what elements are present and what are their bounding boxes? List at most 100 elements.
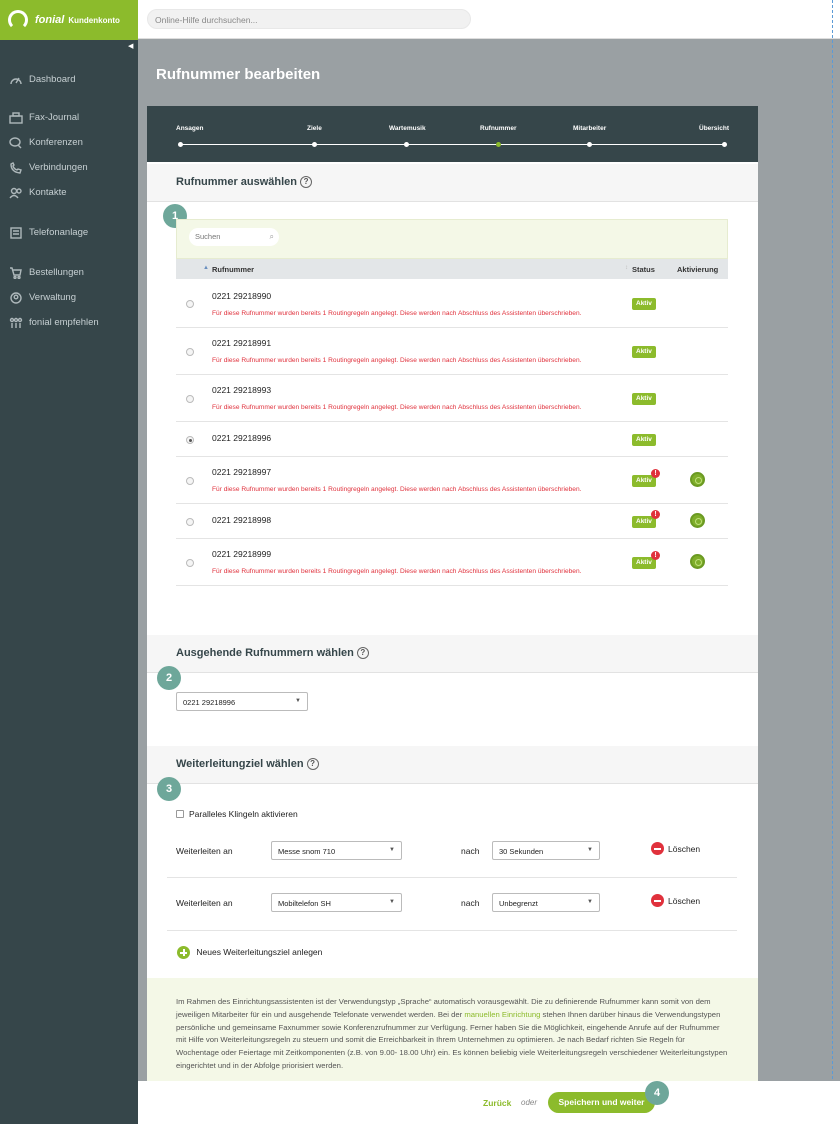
- help-icon[interactable]: ?: [306, 758, 319, 771]
- table-row[interactable]: 0221 29218999 Für diese Rufnummer wurden…: [176, 539, 728, 586]
- outgoing-number-select[interactable]: 0221 29218996 ▼: [176, 692, 308, 711]
- wizard-step-wartemusik[interactable]: Wartemusik: [389, 125, 426, 132]
- row-radio-selected[interactable]: [186, 436, 194, 444]
- sidebar-item-label: Telefonanlage: [29, 227, 89, 238]
- help-search-input[interactable]: Online-Hilfe durchsuchen...: [147, 9, 471, 29]
- sidebar-item-label: Verwaltung: [29, 292, 77, 303]
- row-radio[interactable]: [186, 300, 194, 308]
- table-search-bar: Suchen ⌕: [176, 219, 728, 259]
- wizard-dot: [178, 142, 183, 147]
- add-forward-label: Neues Weiterleitungsziel anlegen: [196, 946, 323, 957]
- chevron-down-icon: ▼: [389, 847, 395, 853]
- page-title: Rufnummer bearbeiten: [156, 66, 321, 83]
- row-number: 0221 29218990: [212, 291, 272, 301]
- parallel-ringing-checkbox[interactable]: [176, 810, 184, 818]
- table-search-input[interactable]: Suchen ⌕: [189, 228, 279, 246]
- guide-line: [832, 0, 833, 1124]
- plus-circle-icon: [177, 946, 190, 959]
- alert-icon: !: [651, 551, 660, 560]
- contacts-icon: [9, 187, 23, 199]
- chat-icon: [9, 136, 23, 149]
- alert-icon: !: [651, 510, 660, 519]
- activation-icon[interactable]: [690, 554, 705, 569]
- row-number: 0221 29218996: [212, 433, 272, 443]
- top-bar: Online-Hilfe durchsuchen...: [138, 0, 840, 39]
- status-badge: Aktiv: [632, 434, 656, 446]
- chevron-down-icon: ▼: [295, 698, 301, 704]
- sidebar-item-bestellungen[interactable]: Bestellungen: [0, 260, 138, 285]
- select-value: Mobiltelefon SH: [278, 899, 331, 908]
- save-and-continue-button[interactable]: Speichern und weiter: [548, 1092, 655, 1113]
- help-icon[interactable]: ?: [356, 647, 369, 660]
- sidebar-item-dashboard[interactable]: Dashboard: [0, 67, 138, 92]
- manual-setup-link[interactable]: manuellen Einrichtung: [464, 1010, 540, 1019]
- table-row[interactable]: 0221 29218991 Für diese Rufnummer wurden…: [176, 328, 728, 375]
- row-warning: Für diese Rufnummer wurden bereits 1 Rou…: [212, 357, 582, 364]
- wizard-step-ansagen[interactable]: Ansagen: [176, 125, 203, 132]
- sidebar-item-verwaltung[interactable]: Verwaltung: [0, 285, 138, 310]
- row-number: 0221 29218998: [212, 515, 272, 525]
- wizard-dot: [587, 142, 592, 147]
- row-radio[interactable]: [186, 477, 194, 485]
- table-row[interactable]: 0221 29218998 Aktiv !: [176, 504, 728, 539]
- wizard-step-rufnummer[interactable]: Rufnummer: [480, 125, 516, 132]
- info-box: Im Rahmen des Einrichtungsassistenten is…: [147, 978, 758, 1081]
- sidebar-item-kontakte[interactable]: Kontakte: [0, 180, 138, 205]
- table-row[interactable]: 0221 29218993 Für diese Rufnummer wurden…: [176, 375, 728, 422]
- step-number-badge: 2: [157, 666, 181, 690]
- forward-time-select[interactable]: Unbegrenzt ▼: [492, 893, 600, 912]
- row-radio[interactable]: [186, 518, 194, 526]
- delete-button[interactable]: Löschen: [651, 894, 700, 907]
- sidebar-item-fax-journal[interactable]: Fax-Journal: [0, 105, 138, 130]
- wizard-progress-line: [179, 144, 725, 145]
- collapse-sidebar-icon[interactable]: ◀: [128, 42, 133, 50]
- forward-label: Weiterleiten an: [176, 846, 233, 856]
- nav-group-communication: Fax-Journal Konferenzen Verbindungen Kon…: [0, 105, 138, 205]
- footer-bar: Zurück oder Speichern und weiter 4: [138, 1081, 840, 1124]
- column-header-status[interactable]: Status: [632, 265, 655, 274]
- sidebar-item-label: Kontakte: [29, 187, 67, 198]
- sidebar: fonial Kundenkonto ◀ Dashboard Fax-Journ…: [0, 0, 138, 1124]
- sidebar-item-fonial-empfehlen[interactable]: fonial empfehlen: [0, 310, 138, 335]
- column-header-rufnummer[interactable]: Rufnummer: [212, 265, 254, 274]
- logo[interactable]: fonial Kundenkonto: [0, 0, 138, 40]
- wizard-dot: [404, 142, 409, 147]
- forward-rule: Weiterleiten an Messe snom 710 ▼ nach 30…: [167, 825, 737, 878]
- delete-label: Löschen: [668, 895, 701, 906]
- table-row[interactable]: 0221 29218996 Aktiv: [176, 422, 728, 457]
- user-circle-icon: [9, 291, 23, 304]
- fax-icon: [9, 111, 23, 124]
- back-link[interactable]: Zurück: [483, 1098, 511, 1108]
- recommend-icon: [9, 317, 23, 329]
- forward-target-select[interactable]: Mobiltelefon SH ▼: [271, 893, 402, 912]
- step-number-badge: 3: [157, 777, 181, 801]
- table-row[interactable]: 0221 29218997 Für diese Rufnummer wurden…: [176, 457, 728, 504]
- activation-icon[interactable]: [690, 472, 705, 487]
- forward-time-select[interactable]: 30 Sekunden ▼: [492, 841, 600, 860]
- row-warning: Für diese Rufnummer wurden bereits 1 Rou…: [212, 486, 582, 493]
- add-forward-button[interactable]: Neues Weiterleitungsziel anlegen: [177, 946, 322, 959]
- forward-target-select[interactable]: Messe snom 710 ▼: [271, 841, 402, 860]
- row-warning: Für diese Rufnummer wurden bereits 1 Rou…: [212, 404, 582, 411]
- section-header-weiterleitung: Weiterleitungziel wählen?: [147, 746, 758, 784]
- table-row[interactable]: 0221 29218990 Für diese Rufnummer wurden…: [176, 279, 728, 328]
- wizard-step-uebersicht[interactable]: Übersicht: [699, 125, 729, 132]
- row-radio[interactable]: [186, 559, 194, 567]
- activation-icon[interactable]: [690, 513, 705, 528]
- sidebar-item-telefonanlage[interactable]: Telefonanlage: [0, 220, 138, 245]
- gauge-icon: [9, 74, 23, 86]
- delete-button[interactable]: Löschen: [651, 842, 700, 855]
- search-icon: ⌕: [269, 232, 274, 241]
- sort-icon[interactable]: ↕: [625, 265, 628, 271]
- sort-asc-icon[interactable]: ▲: [203, 265, 209, 271]
- row-radio[interactable]: [186, 395, 194, 403]
- sidebar-item-verbindungen[interactable]: Verbindungen: [0, 155, 138, 180]
- table-header: ▲ Rufnummer ↕ Status Aktivierung: [176, 259, 728, 279]
- forward-label: Weiterleiten an: [176, 898, 233, 908]
- sidebar-item-konferenzen[interactable]: Konferenzen: [0, 130, 138, 155]
- wizard-step-mitarbeiter[interactable]: Mitarbeiter: [573, 125, 606, 132]
- help-icon[interactable]: ?: [300, 176, 313, 189]
- wizard-step-ziele[interactable]: Ziele: [307, 125, 322, 132]
- row-radio[interactable]: [186, 348, 194, 356]
- sidebar-item-label: fonial empfehlen: [29, 317, 99, 328]
